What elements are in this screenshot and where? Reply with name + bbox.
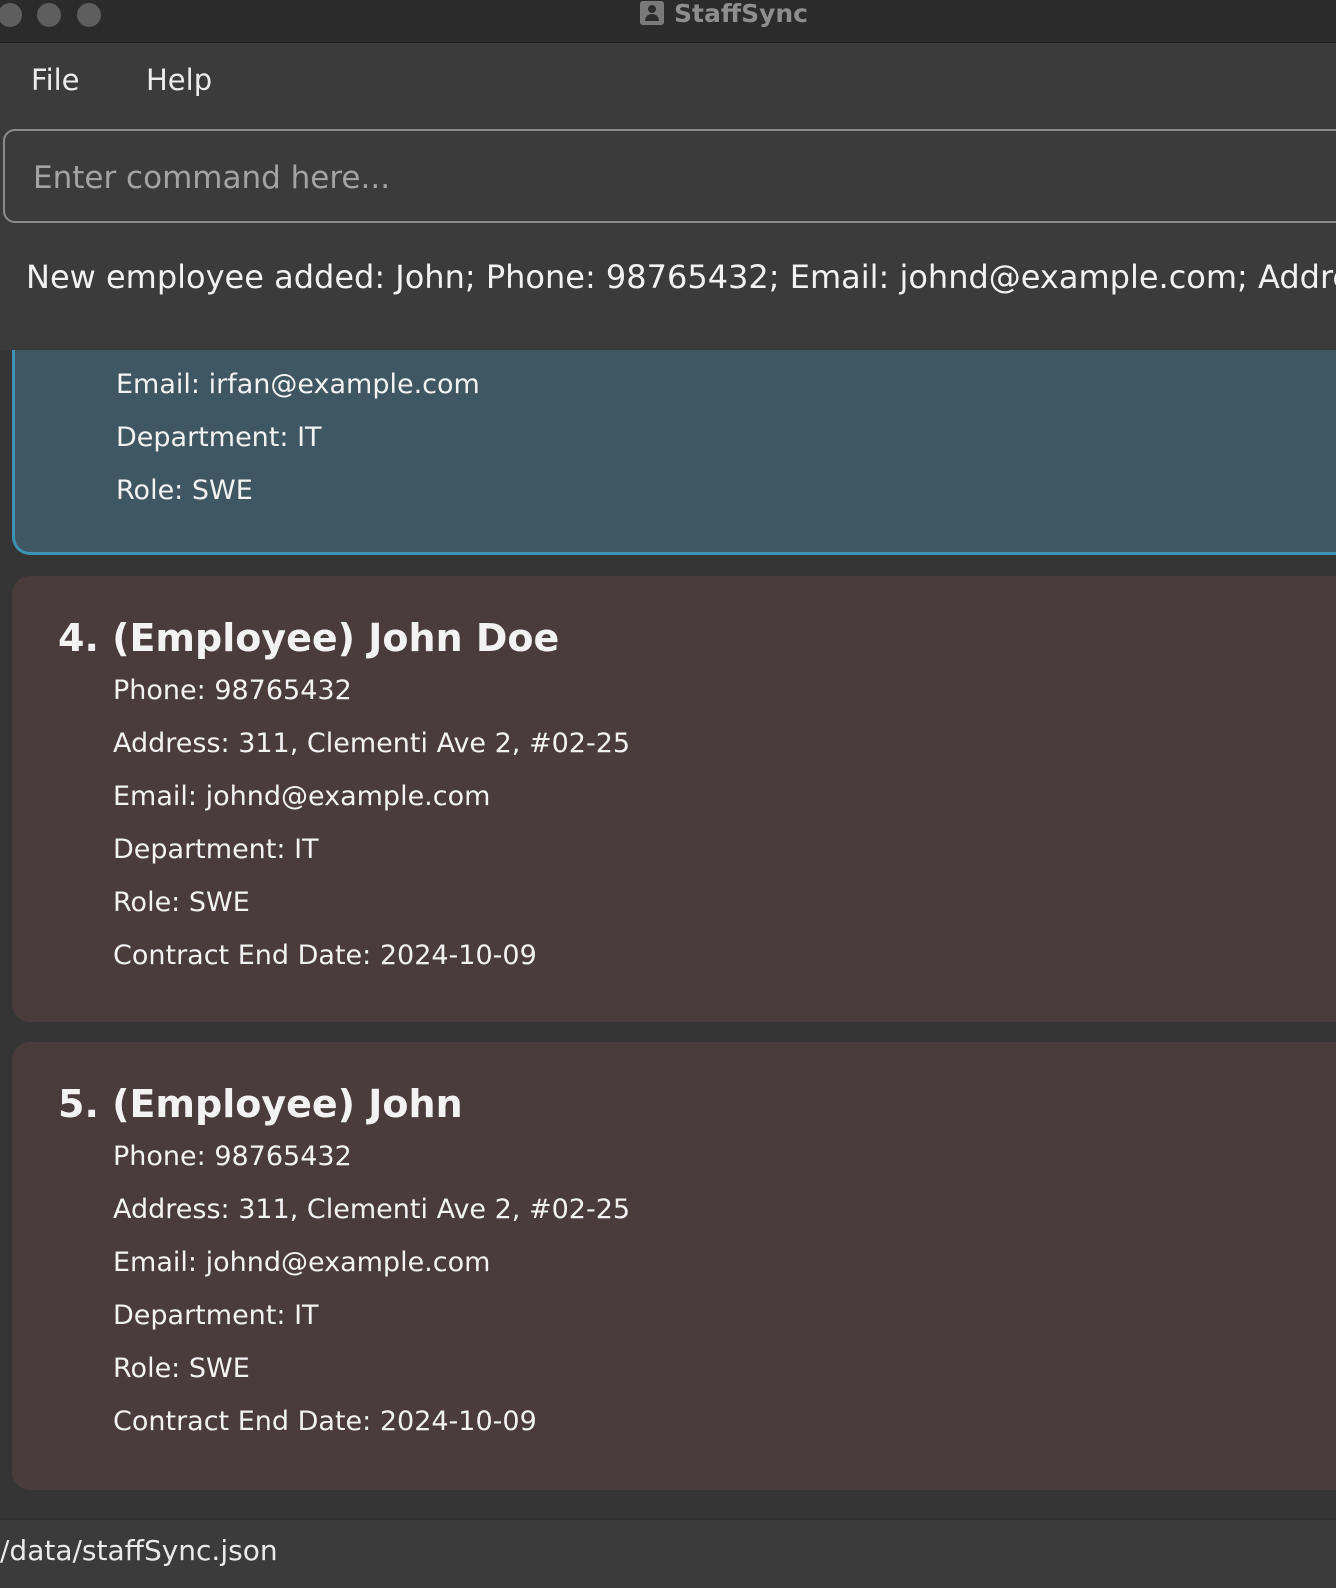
person-email: Email: johnd@example.com	[113, 1247, 491, 1278]
command-box	[3, 129, 1336, 223]
person-list[interactable]: Email: irfan@example.com Department: IT …	[0, 350, 1336, 1518]
command-input[interactable]	[31, 155, 1235, 201]
person-card[interactable]: 4. (Employee) John Doe Phone: 98765432 A…	[12, 576, 1336, 1022]
person-email: Email: johnd@example.com	[113, 781, 491, 812]
close-window-button[interactable]	[0, 3, 22, 27]
status-bar: /data/staffSync.json	[0, 1518, 1336, 1588]
person-department: Department: IT	[116, 422, 322, 453]
result-message: New employee added: John; Phone: 9876543…	[26, 258, 1336, 296]
window-title-text: StaffSync	[674, 0, 808, 28]
person-title: 5. (Employee) John	[58, 1082, 463, 1126]
person-role: Role: SWE	[113, 887, 250, 918]
person-address: Address: 311, Clementi Ave 2, #02-25	[113, 1194, 631, 1225]
person-title: 4. (Employee) John Doe	[58, 616, 560, 660]
contact-card-icon	[640, 1, 664, 25]
title-bar: StaffSync	[0, 0, 1336, 43]
zoom-window-button[interactable]	[77, 3, 101, 27]
window-title: StaffSync	[640, 0, 808, 28]
person-phone: Phone: 98765432	[113, 1141, 352, 1172]
person-role: Role: SWE	[113, 1353, 250, 1384]
person-phone: Phone: 98765432	[113, 675, 352, 706]
menu-help[interactable]: Help	[146, 63, 212, 97]
person-contract-end: Contract End Date: 2024-10-09	[113, 1406, 537, 1437]
person-contract-end: Contract End Date: 2024-10-09	[113, 940, 537, 971]
menu-file[interactable]: File	[31, 63, 80, 97]
minimize-window-button[interactable]	[37, 3, 61, 27]
person-address: Address: 311, Clementi Ave 2, #02-25	[113, 728, 631, 759]
person-card[interactable]: 5. (Employee) John Phone: 98765432 Addre…	[12, 1042, 1336, 1490]
person-email: Email: irfan@example.com	[116, 369, 480, 400]
save-file-path: /data/staffSync.json	[0, 1534, 278, 1567]
person-department: Department: IT	[113, 834, 319, 865]
menu-bar: File Help	[0, 43, 1336, 123]
person-department: Department: IT	[113, 1300, 319, 1331]
result-display: New employee added: John; Phone: 9876543…	[0, 240, 1336, 348]
person-card-selected[interactable]: Email: irfan@example.com Department: IT …	[12, 350, 1336, 555]
person-role: Role: SWE	[116, 475, 253, 506]
